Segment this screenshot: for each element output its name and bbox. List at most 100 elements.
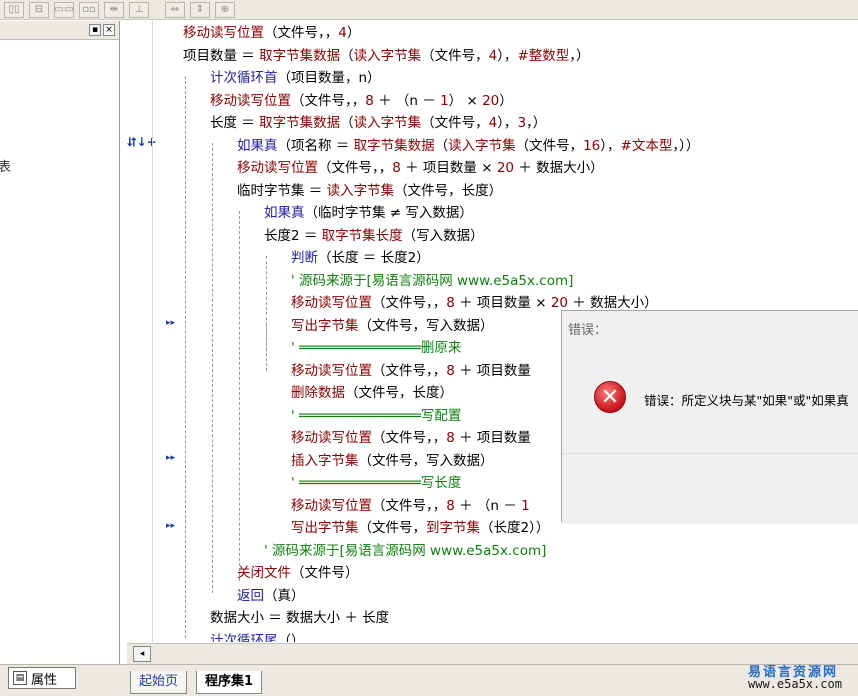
code-line[interactable]: ' 源码来源于[易语言源码网 www.e5a5x.com] [264, 540, 546, 562]
close-icon[interactable]: × [103, 24, 115, 36]
code-token: （文件号，长度） [394, 182, 503, 199]
code-token: 20 [550, 295, 569, 311]
vertical-spacing-icon[interactable]: ⇕ [190, 1, 210, 18]
code-token: 移动读写位置 [237, 160, 318, 176]
code-line[interactable]: 长度2 ＝ 取字节集长度（写入数据） [264, 225, 484, 247]
code-token: 计次循环尾 [210, 632, 278, 643]
code-line[interactable]: 移动读写位置（文件号，，8 ＋ （n － 1） × 20） [210, 90, 513, 112]
code-line[interactable]: 返回（真） [237, 585, 305, 607]
code-token: 到字节集 [426, 520, 480, 536]
pin-icon[interactable]: ▪ [89, 24, 101, 36]
code-token: （项名称 ＝ [277, 137, 354, 154]
dialog-footer [562, 453, 858, 524]
code-line[interactable]: 移动读写位置（文件号，，8 ＋ （n － 1 [291, 495, 530, 517]
code-token: 1 [440, 92, 449, 109]
code-token: 计次循环首 [210, 70, 278, 86]
code-token: （） [277, 632, 305, 643]
code-line[interactable]: 如果真（项名称 ＝ 取字节集数据（读入字节集（文件号，16），#文本型，）） [237, 135, 699, 157]
code-token: 移动读写位置 [210, 92, 291, 109]
code-token: 插入字节集 [291, 452, 359, 469]
code-line[interactable]: ' ═══════════════写配置 [291, 405, 461, 427]
code-line[interactable]: 移动读写位置（文件号，，8 ＋ 项目数量 × 20 ＋ 数据大小） [237, 157, 604, 179]
code-line[interactable]: 计次循环尾（） [210, 630, 305, 643]
code-token: ） × [448, 92, 483, 109]
code-token: 读入字节集 [448, 137, 516, 154]
code-token: （临时字节集 ≠ 写入数据） [304, 205, 473, 221]
tab-program-set-1[interactable]: 程序集1 [196, 671, 263, 694]
code-token: （长度 ＝ 长度2） [318, 250, 430, 266]
align-top-icon[interactable]: ▭▭ [54, 1, 74, 18]
error-dialog: 错误： ✕ 错误：所定义块与某"如果"或"如果真 [561, 310, 858, 524]
code-token: 写出字节集 [291, 317, 359, 334]
code-line[interactable]: 临时字节集 ＝ 读入字节集（文件号，长度） [237, 180, 502, 202]
align-center-icon[interactable]: ⊟ [29, 1, 49, 18]
code-line[interactable]: ' 源码来源于[易语言源码网 www.e5a5x.com] [291, 270, 573, 292]
same-width-icon[interactable]: ⇹ [104, 1, 124, 18]
code-token: ＋ 项目数量 [454, 362, 531, 379]
editor-gutter: ⮃↓+ ▸▸ ▸▸ ▸▸ [120, 21, 175, 642]
code-line[interactable]: 数据大小 ＝ 数据大小 ＋ 长度 [210, 607, 389, 629]
code-line[interactable]: 写出字节集（文件号，到字节集（长度2）） [291, 517, 549, 539]
code-line[interactable]: 项目数量 ＝ 取字节集数据（读入字节集（文件号，4），#整数型，） [183, 45, 590, 67]
code-token: （文件号， [515, 137, 584, 154]
scroll-left-icon[interactable]: ◂ [133, 646, 151, 662]
code-line[interactable]: 删除数据（文件号，长度） [291, 382, 453, 404]
code-token: 8 [365, 92, 374, 109]
code-token: （项目数量，n） [277, 70, 381, 86]
code-line[interactable]: 移动读写位置（文件号，，8 ＋ 项目数量 [291, 360, 531, 382]
code-token: 1 [521, 497, 530, 514]
properties-label: 属性 [31, 672, 58, 688]
code-token: （文件号） [291, 565, 359, 581]
properties-icon: ▤ [13, 671, 27, 685]
code-token: （文件号，写入数据） [358, 452, 494, 469]
code-token: 长度 ＝ [210, 115, 260, 131]
code-token: （文件号，长度） [345, 385, 453, 401]
code-token: ' ═══════════════删原来 [291, 340, 462, 356]
code-line[interactable]: 如果真（临时字节集 ≠ 写入数据） [264, 202, 473, 224]
code-token: 移动读写位置 [291, 295, 372, 311]
code-token: #文本型 [620, 137, 673, 154]
code-token: （长度2）） [480, 520, 550, 536]
code-token: （文件号，， [372, 430, 447, 446]
code-token: ＋ 项目数量 × [400, 160, 497, 176]
code-line[interactable]: 计次循环首（项目数量，n） [210, 67, 381, 89]
code-line[interactable]: 插入字节集（文件号，写入数据） [291, 450, 494, 472]
horizontal-spacing-icon[interactable]: ⇔ [165, 1, 185, 18]
code-line[interactable]: ' ═══════════════写长度 [291, 472, 461, 494]
code-token: 项目数量 ＝ [183, 47, 260, 64]
code-token: 8 [392, 160, 401, 176]
code-token: ）， [600, 137, 621, 154]
left-panel-text-fragment: 表 [0, 160, 12, 175]
code-token: 4 [488, 115, 498, 131]
align-middle-icon[interactable]: ▫▫ [79, 1, 99, 18]
code-line[interactable]: 关闭文件（文件号） [237, 562, 359, 584]
code-token: （文件号，， [264, 25, 339, 41]
code-token: ＋ 数据大小） [514, 160, 604, 176]
code-token: 数据大小 ＝ 数据大小 ＋ 长度 [210, 610, 390, 626]
properties-tab[interactable]: ▤ 属性 [8, 667, 76, 689]
align-left-icon[interactable]: ▯▯ [4, 1, 24, 18]
tab-start-page[interactable]: 起始页 [130, 671, 188, 694]
code-token: 取字节集数据 [259, 47, 341, 64]
code-line[interactable]: 移动读写位置（文件号，，4） [183, 22, 360, 44]
code-line[interactable]: 长度 ＝ 取字节集数据（读入字节集（文件号，4），3，） [210, 112, 546, 134]
code-line[interactable]: ' ═══════════════删原来 [291, 337, 461, 359]
code-token: 读入字节集 [326, 182, 395, 199]
code-line[interactable]: 写出字节集（文件号，写入数据） [291, 315, 494, 337]
code-token: （文件号，， [372, 362, 447, 379]
code-token: 移动读写位置 [183, 25, 264, 41]
code-token: 返回 [237, 587, 264, 604]
code-token: 如果真 [237, 137, 278, 154]
code-token: 4 [488, 47, 498, 64]
code-token: ' 源码来源于[易语言源码网 www.e5a5x.com] [291, 272, 574, 289]
center-in-window-icon[interactable]: ⊕ [215, 1, 235, 18]
code-token: （文件号，， [372, 295, 447, 311]
block-guide-line [239, 211, 240, 581]
code-line[interactable]: 判断（长度 ＝ 长度2） [291, 247, 430, 269]
code-token: 取字节集数据 [353, 137, 435, 154]
code-line[interactable]: 移动读写位置（文件号，，8 ＋ 项目数量 [291, 427, 531, 449]
code-token: 如果真 [264, 205, 305, 221]
align-bottom-icon[interactable]: ⊥ [129, 1, 149, 18]
code-token: 20 [482, 92, 500, 109]
block-guide-line [212, 143, 213, 593]
